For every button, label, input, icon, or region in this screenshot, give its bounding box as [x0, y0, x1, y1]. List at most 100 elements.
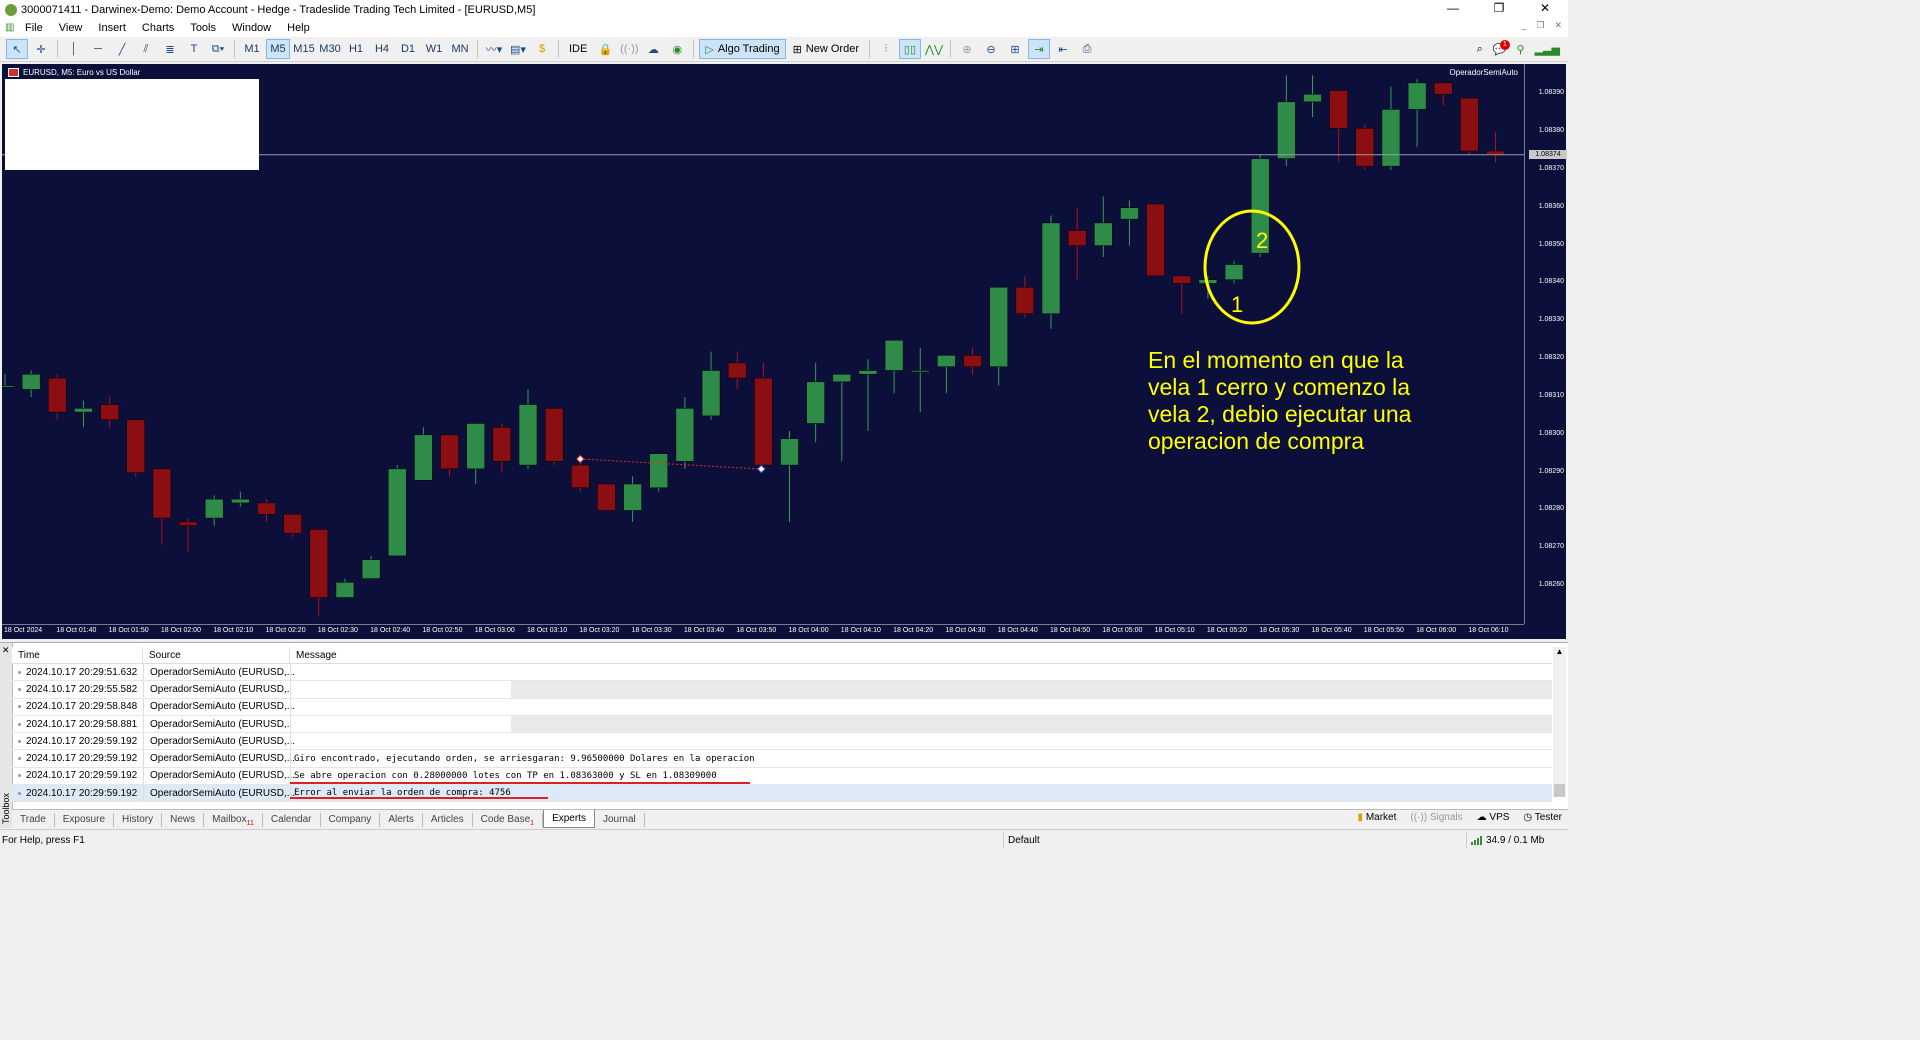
algo-trading-button[interactable]: ▷ Algo Trading: [699, 39, 786, 59]
shapes-icon[interactable]: ⧉▾: [207, 39, 229, 59]
chart-symbol-label: EURUSD, M5: Euro vs US Dollar: [8, 68, 140, 77]
menu-file[interactable]: File: [25, 22, 43, 34]
crosshair-icon[interactable]: ✛: [30, 39, 52, 59]
tf-mn[interactable]: MN: [448, 39, 472, 59]
minimize-button[interactable]: —: [1430, 0, 1476, 19]
trade-marker-icon[interactable]: [757, 464, 766, 474]
notifications-icon[interactable]: 💬 1: [1493, 39, 1510, 56]
bear-candle: [309, 529, 329, 598]
new-order-button[interactable]: ⊞ New Order: [788, 39, 864, 59]
globe-icon[interactable]: ◉: [666, 39, 688, 59]
line-chart-icon[interactable]: ⋀⋁: [923, 39, 945, 59]
chart-shift-icon[interactable]: ⇤: [1052, 39, 1074, 59]
tf-m15[interactable]: M15: [292, 39, 316, 59]
mdi-restore-icon[interactable]: ❐: [1536, 20, 1544, 31]
table-row[interactable]: 2024.10.17 20:29:59.192 OperadorSemiAuto …: [12, 733, 1552, 751]
journal-scrollbar[interactable]: ▲: [1553, 647, 1566, 797]
tab-history[interactable]: History: [114, 812, 163, 827]
time-tick: 18 Oct 01:50: [108, 627, 149, 634]
scroll-thumb[interactable]: [1554, 784, 1565, 797]
table-row[interactable]: 2024.10.17 20:29:58.848 OperadorSemiAuto …: [12, 698, 1552, 716]
tab-company[interactable]: Company: [321, 812, 381, 827]
menu-help[interactable]: Help: [287, 22, 310, 34]
candlestick-icon[interactable]: ▯▯: [898, 39, 921, 59]
trade-marker-icon[interactable]: [576, 454, 585, 464]
table-row[interactable]: 2024.10.17 20:29:59.192 OperadorSemiAuto …: [12, 785, 1552, 803]
traffic-bars-icon: [1471, 836, 1482, 845]
menu-view[interactable]: View: [59, 22, 83, 34]
tf-m5[interactable]: M5: [266, 39, 290, 59]
table-row[interactable]: 2024.10.17 20:29:51.632 OperadorSemiAuto …: [12, 664, 1552, 682]
menu-insert[interactable]: Insert: [98, 22, 126, 34]
tab-alerts[interactable]: Alerts: [380, 812, 423, 827]
col-source[interactable]: Source: [143, 647, 290, 663]
cloud-icon[interactable]: ☁: [642, 39, 664, 59]
time-tick: 18 Oct 03:30: [631, 627, 672, 634]
tf-h1[interactable]: H1: [344, 39, 368, 59]
bull-candle: [1277, 101, 1296, 159]
horizontal-line-icon[interactable]: ─: [87, 39, 109, 59]
lock-icon[interactable]: 🔒: [594, 39, 616, 59]
zoom-out-icon[interactable]: ⊖: [980, 39, 1002, 59]
templates-icon[interactable]: ▤▾: [507, 39, 529, 59]
vps-tab[interactable]: ☁ VPS: [1477, 812, 1510, 823]
tab-experts[interactable]: Experts: [543, 809, 595, 828]
maximize-button[interactable]: ❐: [1476, 0, 1522, 19]
col-time[interactable]: Time: [12, 647, 143, 663]
tab-news[interactable]: News: [162, 812, 205, 827]
search-icon[interactable]: ⌕: [1477, 43, 1483, 56]
col-message[interactable]: Message: [290, 647, 1552, 663]
tab-trade[interactable]: Trade: [12, 812, 55, 827]
tf-d1[interactable]: D1: [396, 39, 420, 59]
scroll-up-icon[interactable]: ▲: [1553, 647, 1566, 659]
toolbox-close-icon[interactable]: ✕: [2, 645, 10, 656]
grid-icon[interactable]: ⊞: [1004, 39, 1026, 59]
channel-icon[interactable]: ⫽: [135, 39, 157, 59]
table-row[interactable]: 2024.10.17 20:29:59.192 OperadorSemiAuto …: [12, 750, 1552, 768]
tab-code-base[interactable]: Code Base1: [473, 812, 544, 827]
bar-chart-icon[interactable]: ⫶: [875, 39, 897, 59]
market-tab[interactable]: ▮ Market: [1358, 812, 1397, 823]
chart-menu-icon[interactable]: ▥: [5, 22, 17, 34]
signals-tab[interactable]: ((·)) Signals: [1410, 812, 1462, 823]
zoom-in-icon[interactable]: ⊕: [956, 39, 978, 59]
mdi-close-icon[interactable]: ✕: [1554, 20, 1562, 31]
time-tick: 18 Oct 04:50: [1050, 627, 1091, 634]
tab-journal[interactable]: Journal: [595, 812, 645, 827]
table-row[interactable]: 2024.10.17 20:29:55.582 OperadorSemiAuto …: [12, 681, 1552, 699]
table-row[interactable]: 2024.10.17 20:29:58.881 OperadorSemiAuto …: [12, 715, 1552, 734]
vertical-line-icon[interactable]: │: [63, 39, 85, 59]
status-profile[interactable]: Default: [1003, 833, 1044, 848]
level-icon[interactable]: ⚲: [1517, 43, 1525, 56]
text-icon[interactable]: T: [183, 39, 205, 59]
tab-articles[interactable]: Articles: [423, 812, 473, 827]
signal-icon[interactable]: ((·)): [618, 39, 640, 59]
menu-charts[interactable]: Charts: [142, 22, 174, 34]
table-row[interactable]: 2024.10.17 20:29:59.192 OperadorSemiAuto …: [12, 767, 1552, 786]
menu-window[interactable]: Window: [232, 22, 271, 34]
close-button[interactable]: ✕: [1522, 0, 1568, 19]
menu-tools[interactable]: Tools: [190, 22, 216, 34]
cursor-icon[interactable]: ↖: [6, 39, 28, 59]
tf-h4[interactable]: H4: [370, 39, 394, 59]
fibonacci-icon[interactable]: ≣: [159, 39, 181, 59]
trendline-icon[interactable]: ╱: [111, 39, 133, 59]
time-axis: 18 Oct 2024 18 Oct 01:40 18 Oct 01:50 18 Oc…: [2, 624, 1524, 640]
dollar-icon[interactable]: $: [531, 39, 553, 59]
row-source: OperadorSemiAuto (EURUSD,...: [143, 733, 295, 750]
tf-w1[interactable]: W1: [422, 39, 446, 59]
mdi-minimize-icon[interactable]: _: [1521, 20, 1526, 31]
ide-button[interactable]: IDE: [564, 39, 592, 59]
tf-m1[interactable]: M1: [240, 39, 264, 59]
tab-calendar[interactable]: Calendar: [263, 812, 321, 827]
indicators-icon[interactable]: 〰▾: [483, 39, 505, 59]
tab-mailbox[interactable]: Mailbox11: [204, 812, 263, 827]
tab-exposure[interactable]: Exposure: [55, 812, 115, 827]
autoscroll-icon[interactable]: ⇥: [1027, 39, 1050, 59]
tester-tab[interactable]: ◷ Tester: [1523, 812, 1562, 823]
chart-window[interactable]: 1 2 EURUSD, M5: Euro vs US Dollar Operado…: [2, 64, 1567, 640]
screenshot-icon[interactable]: ⎙: [1076, 39, 1098, 59]
tf-m30[interactable]: M30: [318, 39, 342, 59]
bullet-icon: [18, 774, 21, 778]
bear-candle: [1460, 97, 1479, 152]
